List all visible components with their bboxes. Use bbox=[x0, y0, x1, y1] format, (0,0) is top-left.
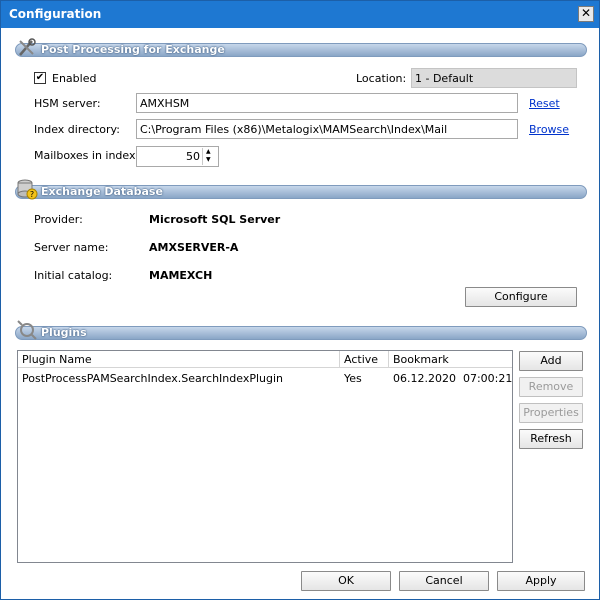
exchange-database-section-title: Exchange Database bbox=[41, 185, 163, 198]
close-icon[interactable]: ✕ bbox=[578, 6, 594, 22]
plugins-list-header: Plugin Name Active Bookmark bbox=[18, 351, 512, 368]
title-bar[interactable]: Configuration ✕ bbox=[1, 1, 599, 28]
plugin-active-cell: Yes bbox=[344, 372, 362, 385]
index-directory-field[interactable]: C:\Program Files (x86)\Metalogix\MAMSear… bbox=[136, 119, 518, 139]
mailboxes-in-index-stepper[interactable]: 50 ▲ ▼ bbox=[136, 146, 219, 167]
refresh-button[interactable]: Refresh bbox=[519, 429, 583, 449]
mailboxes-in-index-label: Mailboxes in index: bbox=[34, 149, 140, 162]
plugins-section-bar bbox=[15, 326, 587, 340]
browse-link[interactable]: Browse bbox=[529, 123, 569, 136]
provider-label: Provider: bbox=[34, 213, 83, 226]
index-directory-label: Index directory: bbox=[34, 123, 120, 136]
location-field: 1 - Default bbox=[411, 68, 577, 88]
configure-button[interactable]: Configure bbox=[465, 287, 577, 307]
hsm-server-field[interactable]: AMXHSM bbox=[136, 93, 518, 113]
column-header-plugin-name[interactable]: Plugin Name bbox=[18, 351, 340, 368]
database-icon: ? bbox=[17, 179, 38, 200]
initial-catalog-label: Initial catalog: bbox=[34, 269, 113, 282]
svg-text:?: ? bbox=[30, 190, 34, 199]
plugin-name-cell: PostProcessPAMSearchIndex.SearchIndexPlu… bbox=[22, 372, 284, 385]
apply-button[interactable]: Apply bbox=[497, 571, 585, 591]
server-name-value: AMXSERVER-A bbox=[149, 241, 239, 254]
window-title: Configuration bbox=[9, 7, 102, 21]
properties-button[interactable]: Properties bbox=[519, 403, 583, 423]
remove-button[interactable]: Remove bbox=[519, 377, 583, 397]
ok-button[interactable]: OK bbox=[301, 571, 391, 591]
plugins-list[interactable]: Plugin Name Active Bookmark PostProcessP… bbox=[17, 350, 513, 563]
stepper-up-icon[interactable]: ▲ bbox=[206, 148, 211, 155]
location-label: Location: bbox=[356, 72, 407, 85]
tools-icon bbox=[19, 38, 36, 56]
add-button[interactable]: Add bbox=[519, 351, 583, 371]
stepper-arrows[interactable]: ▲ ▼ bbox=[202, 148, 217, 165]
column-header-active[interactable]: Active bbox=[340, 351, 389, 368]
enabled-checkbox[interactable]: ✔ bbox=[34, 72, 46, 84]
provider-value: Microsoft SQL Server bbox=[149, 213, 281, 226]
server-name-label: Server name: bbox=[34, 241, 109, 254]
initial-catalog-value: MAMEXCH bbox=[149, 269, 213, 282]
hsm-server-label: HSM server: bbox=[34, 97, 101, 110]
cancel-button[interactable]: Cancel bbox=[399, 571, 489, 591]
plug-icon bbox=[17, 320, 37, 340]
mailboxes-in-index-value: 50 bbox=[186, 150, 200, 163]
configuration-dialog: Configuration ✕ Post Processing for Exch… bbox=[0, 0, 600, 600]
column-header-bookmark[interactable]: Bookmark bbox=[389, 351, 512, 368]
enabled-label: Enabled bbox=[52, 72, 97, 85]
plugin-bookmark-cell: 06.12.2020 07:00:21 bbox=[393, 372, 513, 385]
plugins-section-title: Plugins bbox=[41, 326, 87, 339]
stepper-down-icon[interactable]: ▼ bbox=[206, 156, 211, 163]
reset-link[interactable]: Reset bbox=[529, 97, 560, 110]
post-processing-section-title: Post Processing for Exchange bbox=[41, 43, 225, 56]
